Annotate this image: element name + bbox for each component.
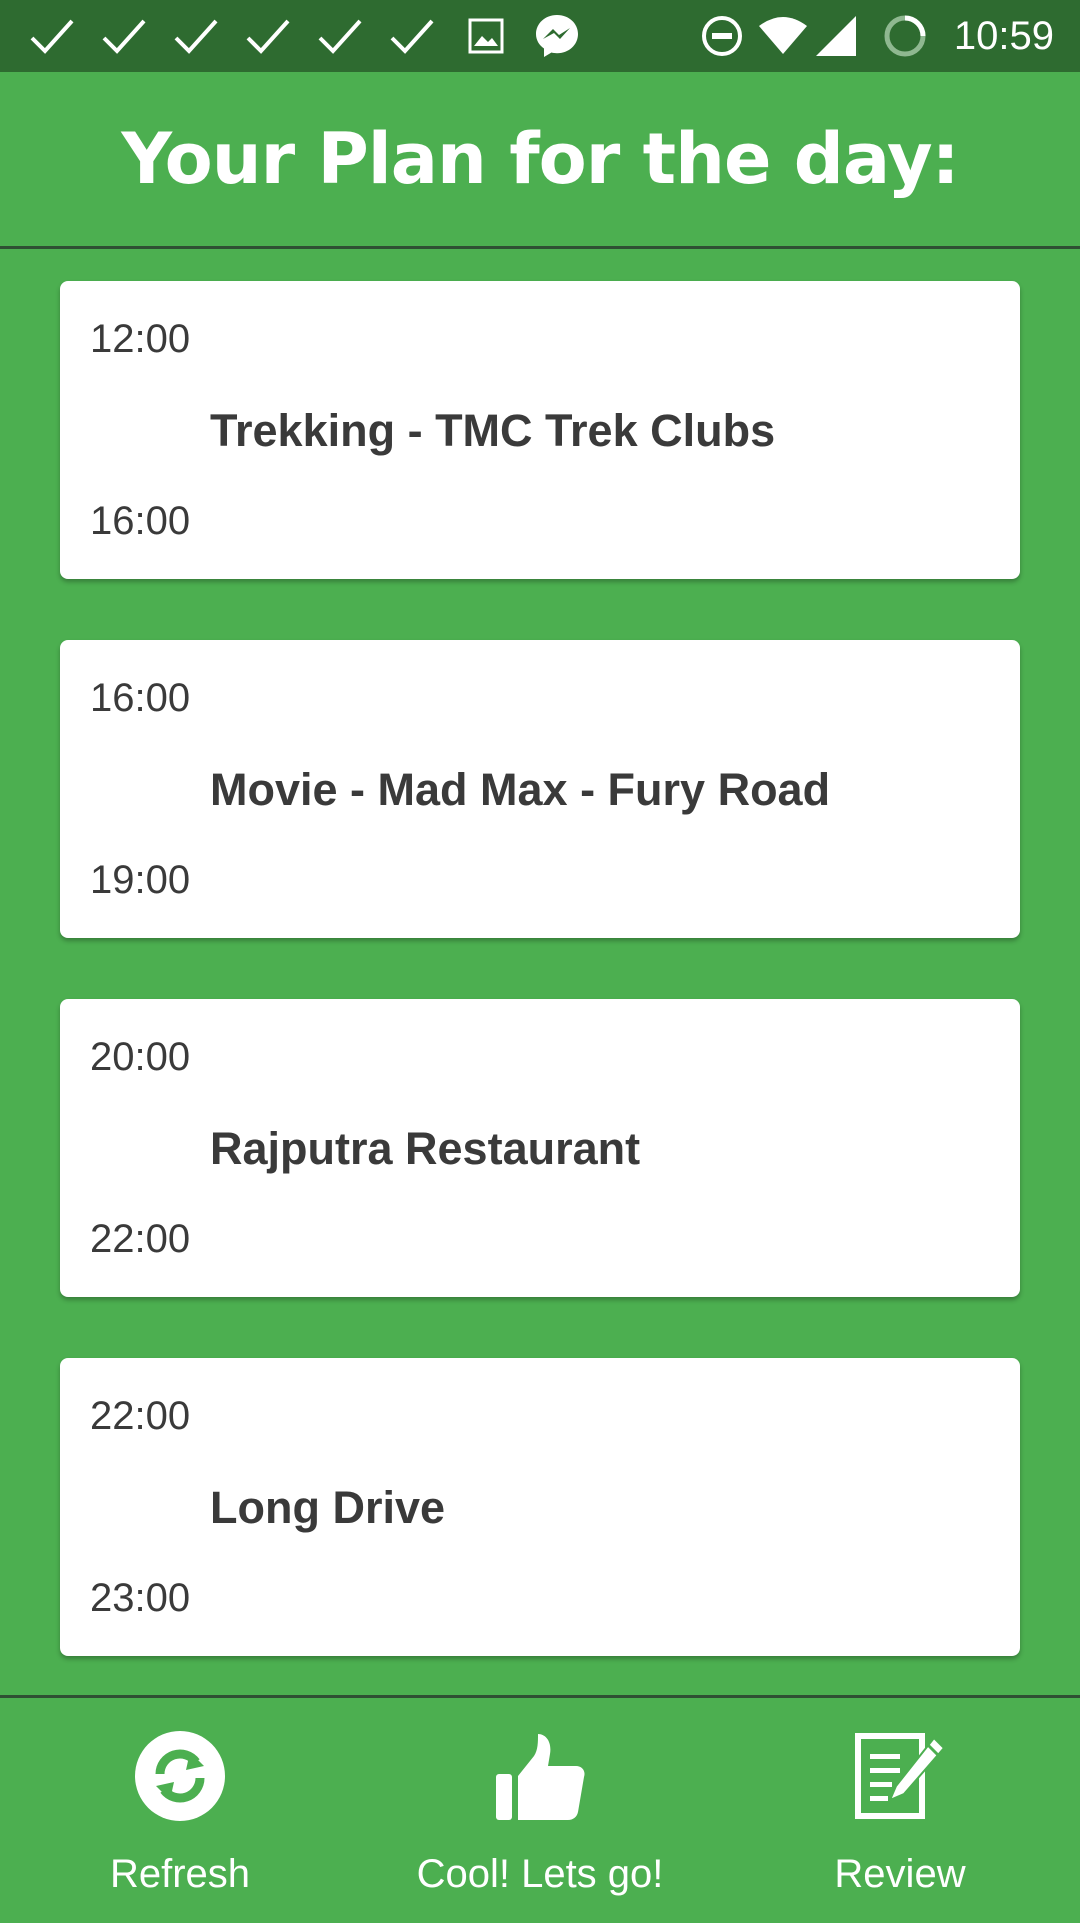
refresh-label: Refresh [109, 1852, 251, 1896]
image-icon [466, 0, 506, 72]
activity-title: Trekking - TMC Trek Clubs [210, 405, 776, 456]
check-icon [172, 0, 220, 72]
check-icon [28, 0, 76, 72]
page-title: Your Plan for the day: [121, 118, 959, 200]
end-time: 23:00 [90, 1576, 191, 1620]
edit-icon [852, 1728, 948, 1824]
plan-card[interactable]: 22:00 Long Drive 23:00 [60, 1358, 1020, 1656]
check-icon [316, 0, 364, 72]
activity-title: Long Drive [210, 1482, 446, 1533]
activity-title: Movie - Mad Max - Fury Road [210, 764, 831, 815]
activity-title: Rajputra Restaurant [210, 1123, 641, 1174]
start-time: 16:00 [90, 676, 191, 720]
thumbs-up-icon [492, 1728, 588, 1824]
start-time: 20:00 [90, 1035, 191, 1079]
signal-icon [812, 0, 860, 72]
confirm-plan-button[interactable]: Cool! Lets go! [390, 1698, 690, 1923]
check-icon [244, 0, 292, 72]
review-label: Review [834, 1852, 966, 1896]
end-time: 22:00 [90, 1217, 191, 1261]
plan-card[interactable]: 20:00 Rajputra Restaurant 22:00 [60, 999, 1020, 1297]
review-button[interactable]: Review [800, 1698, 1000, 1923]
plan-card[interactable]: 16:00 Movie - Mad Max - Fury Road 19:00 [60, 640, 1020, 938]
refresh-icon [134, 1728, 226, 1824]
refresh-button[interactable]: Refresh [80, 1698, 280, 1923]
do-not-disturb-icon [698, 0, 746, 72]
battery-charging-icon [880, 0, 930, 72]
messenger-icon [532, 0, 582, 72]
end-time: 16:00 [90, 499, 191, 543]
check-icon [100, 0, 148, 72]
plan-card[interactable]: 12:00 Trekking - TMC Trek Clubs 16:00 [60, 281, 1020, 579]
end-time: 19:00 [90, 858, 191, 902]
wifi-icon [756, 0, 810, 72]
start-time: 22:00 [90, 1394, 191, 1438]
status-time: 10:59 [953, 14, 1054, 58]
confirm-plan-label: Cool! Lets go! [416, 1852, 664, 1896]
status-bar: 10:59 [0, 0, 1080, 72]
start-time: 12:00 [90, 317, 191, 361]
check-icon [388, 0, 436, 72]
bottom-action-bar: Refresh Cool! Lets go! Review [0, 1695, 1080, 1923]
page-header: Your Plan for the day: [0, 72, 1080, 249]
